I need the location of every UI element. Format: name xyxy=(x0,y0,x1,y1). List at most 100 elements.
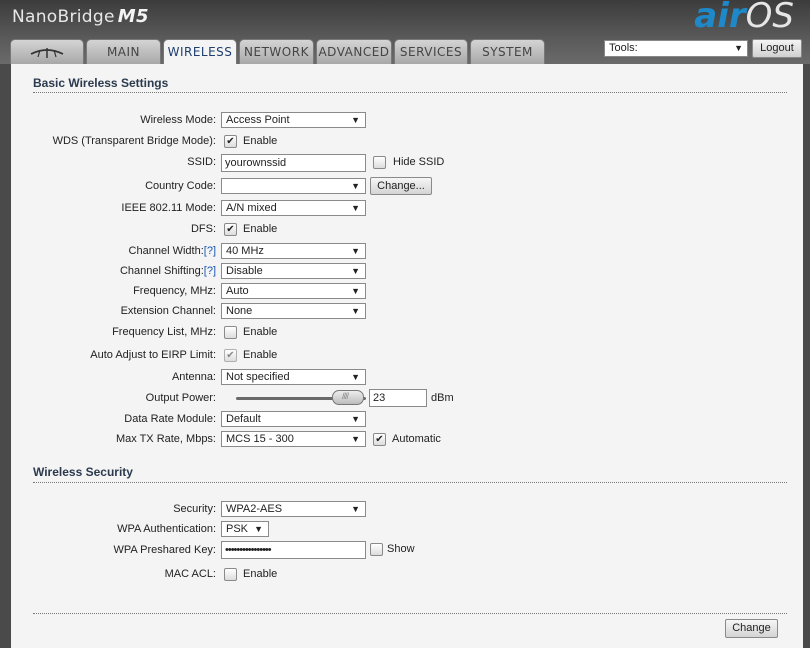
psk-label: WPA Preshared Key: xyxy=(113,544,216,556)
tab-main[interactable]: MAIN xyxy=(86,39,161,64)
mac-acl-enable-label: Enable xyxy=(243,568,278,580)
channel-shifting-help-link[interactable]: [?] xyxy=(204,265,216,277)
frequency-label: Frequency, MHz: xyxy=(133,285,216,297)
tab-system[interactable]: SYSTEM xyxy=(470,39,545,64)
channel-width-help-link[interactable]: [?] xyxy=(204,245,216,257)
chevron-down-icon: ▼ xyxy=(254,524,263,534)
max-tx-automatic-label: Automatic xyxy=(392,433,441,445)
data-rate-select[interactable]: Default ▼ xyxy=(221,411,366,427)
tab-advanced[interactable]: ADVANCED xyxy=(316,39,392,64)
chevron-down-icon: ▼ xyxy=(351,434,360,444)
ieee-mode-select[interactable]: A/N mixed ▼ xyxy=(221,200,366,216)
output-power-input[interactable]: 23 xyxy=(369,389,427,407)
hide-ssid-checkbox[interactable] xyxy=(373,156,386,169)
channel-shifting-select[interactable]: Disable ▼ xyxy=(221,263,366,279)
chevron-down-icon: ▼ xyxy=(734,43,743,53)
wpa-auth-value: PSK xyxy=(226,523,249,535)
country-code-select[interactable]: ▼ xyxy=(221,178,366,194)
device-brand: NanoBridge M5 xyxy=(12,6,149,27)
frequency-list-row: Frequency List, MHz: Enable xyxy=(11,324,803,342)
ieee-mode-label: IEEE 802.11 Mode: xyxy=(121,202,216,214)
wpa-auth-select[interactable]: PSK ▼ xyxy=(221,521,269,537)
ssid-input[interactable]: yourownssid xyxy=(221,154,366,172)
show-psk-label: Show xyxy=(387,543,415,555)
extension-channel-select[interactable]: None ▼ xyxy=(221,303,366,319)
mac-acl-label: MAC ACL: xyxy=(164,568,216,580)
max-tx-label: Max TX Rate, Mbps: xyxy=(115,433,216,445)
output-power-unit: dBm xyxy=(431,392,454,404)
extension-channel-value: None xyxy=(226,305,253,317)
airos-logo-air: air xyxy=(694,0,746,36)
security-select[interactable]: WPA2-AES ▼ xyxy=(221,501,366,517)
section-divider xyxy=(33,613,787,614)
dfs-checkbox[interactable]: ✔ xyxy=(224,223,237,236)
tab-services[interactable]: SERVICES xyxy=(394,39,468,64)
ssid-label: SSID: xyxy=(187,156,216,168)
wireless-settings-panel: Basic Wireless Settings Wireless Mode: A… xyxy=(11,64,803,648)
channel-width-row: Channel Width:[?] 40 MHz ▼ xyxy=(11,243,803,261)
hide-ssid-label: Hide SSID xyxy=(393,156,445,168)
extension-channel-row: Extension Channel: None ▼ xyxy=(11,303,803,321)
dfs-enable-label: Enable xyxy=(243,223,278,235)
logout-button[interactable]: Logout xyxy=(752,39,802,58)
antenna-select[interactable]: Not specified ▼ xyxy=(221,369,366,385)
frequency-row: Frequency, MHz: Auto ▼ xyxy=(11,283,803,301)
basic-wireless-title: Basic Wireless Settings xyxy=(33,76,169,90)
tools-select[interactable]: Tools: ▼ xyxy=(604,40,748,57)
max-tx-value: MCS 15 - 300 xyxy=(226,433,294,445)
wireless-security-title: Wireless Security xyxy=(33,465,133,479)
tab-ubnt-logo[interactable] xyxy=(10,39,84,64)
change-button[interactable]: Change xyxy=(725,619,778,638)
airos-logo: airOS xyxy=(694,0,794,36)
antenna-value: Not specified xyxy=(226,371,290,383)
auto-adjust-row: Auto Adjust to EIRP Limit: ✔ Enable xyxy=(11,347,803,365)
psk-row: WPA Preshared Key: •••••••••••••••• Show xyxy=(11,541,803,559)
channel-width-label-group: Channel Width:[?] xyxy=(129,245,216,257)
max-tx-automatic-checkbox[interactable]: ✔ xyxy=(373,433,386,446)
wds-checkbox[interactable]: ✔ xyxy=(224,135,237,148)
output-power-row: Output Power: 23 dBm xyxy=(11,389,803,407)
chevron-down-icon: ▼ xyxy=(351,246,360,256)
frequency-list-label: Frequency List, MHz: xyxy=(112,326,216,338)
auto-adjust-label: Auto Adjust to EIRP Limit: xyxy=(90,349,216,361)
output-power-label: Output Power: xyxy=(145,392,216,404)
dfs-row: DFS: ✔ Enable xyxy=(11,221,803,239)
chevron-down-icon: ▼ xyxy=(351,306,360,316)
channel-shifting-value: Disable xyxy=(226,265,263,277)
auto-adjust-enable-label: Enable xyxy=(243,349,278,361)
tab-network[interactable]: NETWORK xyxy=(239,39,314,64)
country-change-button[interactable]: Change... xyxy=(370,177,432,195)
ieee-mode-value: A/N mixed xyxy=(226,202,277,214)
wpa-auth-row: WPA Authentication: PSK ▼ xyxy=(11,521,803,539)
ubnt-logo-icon xyxy=(30,48,64,58)
section-divider xyxy=(33,482,787,483)
antenna-label: Antenna: xyxy=(171,371,216,383)
wireless-mode-value: Access Point xyxy=(226,114,290,126)
security-value: WPA2-AES xyxy=(226,503,283,515)
output-power-slider-handle[interactable] xyxy=(332,390,364,405)
data-rate-row: Data Rate Module: Default ▼ xyxy=(11,411,803,429)
channel-width-select[interactable]: 40 MHz ▼ xyxy=(221,243,366,259)
country-code-label: Country Code: xyxy=(145,180,216,192)
auto-adjust-checkbox[interactable]: ✔ xyxy=(224,349,237,362)
tab-wireless[interactable]: WIRELESS xyxy=(163,39,237,65)
frequency-list-enable-label: Enable xyxy=(243,326,278,338)
chevron-down-icon: ▼ xyxy=(351,115,360,125)
extension-channel-label: Extension Channel: xyxy=(120,305,216,317)
mac-acl-checkbox[interactable] xyxy=(224,568,237,581)
show-psk-checkbox[interactable] xyxy=(370,543,383,556)
main-tabs: MAIN WIRELESS NETWORK ADVANCED SERVICES … xyxy=(10,39,547,65)
wds-enable-label: Enable xyxy=(243,135,278,147)
chevron-down-icon: ▼ xyxy=(351,504,360,514)
channel-shifting-label: Channel Shifting: xyxy=(119,265,204,277)
frequency-list-checkbox[interactable] xyxy=(224,326,237,339)
psk-input[interactable]: •••••••••••••••• xyxy=(221,541,366,559)
security-row: Security: WPA2-AES ▼ xyxy=(11,501,803,519)
dfs-label: DFS: xyxy=(190,223,216,235)
max-tx-select[interactable]: MCS 15 - 300 ▼ xyxy=(221,431,366,447)
frequency-select[interactable]: Auto ▼ xyxy=(221,283,366,299)
wireless-mode-label: Wireless Mode: xyxy=(140,114,216,126)
mac-acl-row: MAC ACL: Enable xyxy=(11,566,803,584)
frequency-value: Auto xyxy=(226,285,249,297)
wireless-mode-select[interactable]: Access Point ▼ xyxy=(221,112,366,128)
